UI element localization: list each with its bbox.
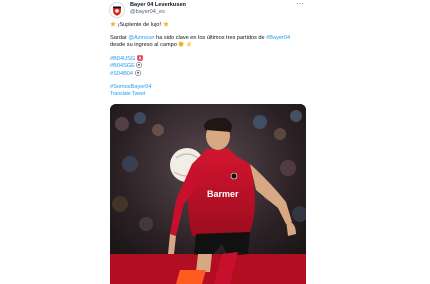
hashtag-line-4: #SomosBayer04 [110,84,315,90]
hashtag-line-2: #B04SGE [110,62,315,69]
tweet-author: Bayer 04 Leverkusen @bayer04_es [130,2,186,16]
tweet-headline: ¡Suplente de lujo! [117,22,162,28]
handle[interactable]: @bayer04_es [130,9,186,16]
star-emoji-icon [110,21,116,27]
hashtag-link[interactable]: #Bayer04 [266,35,290,41]
tweet-photo[interactable]: Barmer [110,104,306,284]
text-segment: desde su ingreso al campo [110,42,177,49]
hashtag-link[interactable]: #B04USG [110,56,135,62]
tweet-line-3: desde su ingreso al campo [110,41,315,48]
football-player-photo: Barmer [110,104,306,284]
soccer-ball-emoji-icon [134,69,141,76]
bayer04-crest-icon[interactable] [109,2,125,18]
display-name[interactable]: Bayer 04 Leverkusen [130,2,186,9]
tweet: Bayer 04 Leverkusen @bayer04_es ··· ¡Sup… [0,0,430,284]
tweet-text: ¡Suplente de lujo! Sardar @Azmoun ha sid… [110,21,315,97]
hashtag-line-3: #S04B04 [110,69,315,77]
hashtag-link[interactable]: #B04SGE [110,63,135,69]
jersey-sponsor-text: Barmer [207,189,239,199]
translate-link[interactable]: Translate Tweet [110,91,315,97]
star-emoji-icon [162,21,169,27]
mention-link[interactable]: @Azmoun [128,35,154,41]
text-segment: Sardar [110,34,129,41]
smirk-emoji-icon [178,41,185,47]
hashtag-line-1: #B04USG [110,55,315,62]
text-segment: ha sido clave en los últimos tres partid… [154,34,267,41]
tweet-line-1: ¡Suplente de lujo! [110,21,315,28]
hashtag-link[interactable]: #S04B04 [110,71,133,77]
clapping-emoji-icon [187,42,191,47]
hashtag-link[interactable]: #SomosBayer04 [110,84,151,90]
soccer-ball-emoji-icon [136,62,143,69]
more-options-icon[interactable]: ··· [294,0,306,9]
letter-a-emoji-icon [137,55,143,61]
